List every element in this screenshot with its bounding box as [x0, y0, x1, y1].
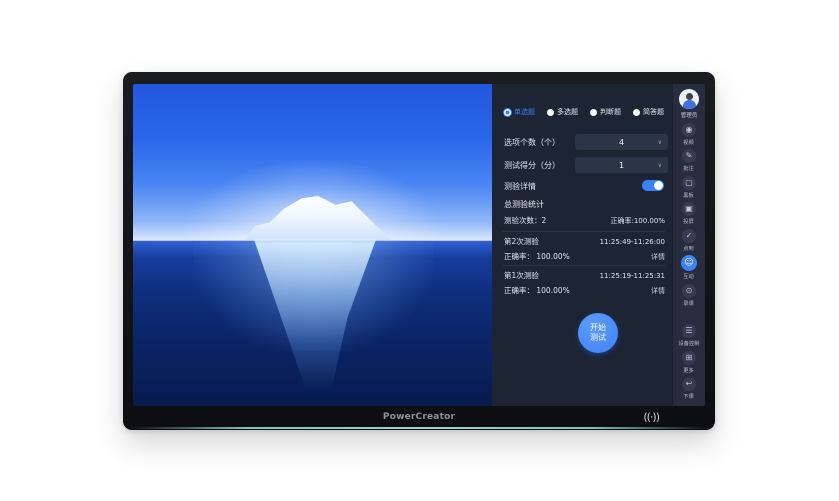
sidebar-item-screencast[interactable]: ▣ 投屏 — [682, 202, 696, 225]
record-name: 第2次测验 — [504, 236, 539, 247]
sidebar-item-label: 录课 — [684, 299, 694, 307]
radio-true-false[interactable]: 判断题 — [590, 107, 621, 117]
score-label: 测试得分（分） — [504, 160, 560, 171]
divider — [502, 265, 665, 266]
start-test-button[interactable]: 开始 测试 — [578, 313, 618, 353]
start-test-line1: 开始 — [590, 323, 606, 333]
question-type-radio-group: 单选题 多选题 判断题 简答题 — [504, 107, 670, 117]
nfc-icon: ((·)) — [643, 411, 659, 424]
chevron-down-icon: ∨ — [658, 162, 662, 169]
radio-dot-icon — [633, 109, 640, 116]
iceberg-image — [133, 84, 492, 406]
sidebar-item-label: 黑板 — [684, 191, 694, 199]
sidebar-item-interaction[interactable]: ☺ 互动 — [681, 255, 697, 280]
record-name: 第1次测验 — [504, 270, 539, 281]
radio-dot-icon — [547, 109, 554, 116]
screen: 单选题 多选题 判断题 简答题 选项个数（个） — [133, 84, 705, 406]
divider — [502, 231, 665, 232]
chevron-down-icon: ∨ — [658, 139, 662, 146]
quiz-panel: 单选题 多选题 判断题 简答题 选项个数（个） — [492, 84, 672, 406]
sidebar-item-label: 下课 — [684, 392, 694, 400]
sidebar-item-end-class[interactable]: ↩ 下课 — [682, 377, 696, 400]
pen-icon: ✎ — [682, 149, 696, 163]
camera-icon: ◉ — [682, 123, 696, 137]
record-time: 11:25:19-11:25:31 — [600, 272, 665, 280]
sea — [133, 240, 492, 406]
sidebar-item-label: 批注 — [684, 164, 694, 172]
record-row: 第1次测验 11:25:19-11:25:31 — [504, 270, 665, 281]
option-count-select[interactable]: 4 ∨ — [575, 134, 668, 150]
stats-summary-row: 测验次数：2 正确率:100.00% — [504, 215, 665, 226]
radio-dot-icon — [590, 109, 597, 116]
record-accuracy: 正确率： 100.00% — [504, 285, 570, 296]
record-row: 正确率： 100.00% 详情 — [504, 251, 665, 262]
screencast-icon: ▣ — [682, 202, 696, 216]
blackboard-icon: ▢ — [682, 176, 696, 190]
radio-multi-choice[interactable]: 多选题 — [547, 107, 578, 117]
sidebar-item-label: 更多 — [684, 366, 694, 374]
sidebar-item-more[interactable]: ⊞ 更多 — [682, 351, 696, 374]
sidebar-item-record[interactable]: ⊙ 录课 — [682, 284, 696, 307]
sidebar-item-label: 点到 — [684, 244, 694, 252]
radio-label: 单选题 — [514, 107, 535, 117]
rollcall-icon: ✓ — [682, 229, 696, 243]
option-count-value: 4 — [619, 138, 624, 147]
overall-accuracy: 正确率:100.00% — [610, 216, 665, 226]
sidebar-item-video[interactable]: ◉ 视频 — [682, 123, 696, 146]
more-icon: ⊞ — [682, 351, 696, 365]
end-class-icon: ↩ — [682, 377, 696, 391]
brand-logo: PowerCreator — [383, 412, 455, 422]
radio-label: 判断题 — [600, 107, 621, 117]
detail-toggle-label: 测验详情 — [504, 181, 536, 192]
stats-title: 总测验统计 — [504, 199, 544, 210]
radio-single-choice[interactable]: 单选题 — [504, 107, 535, 117]
start-test-line2: 测试 — [590, 333, 606, 343]
radio-label: 简答题 — [643, 107, 664, 117]
sidebar-item-label: 互动 — [684, 272, 694, 280]
radio-dot-icon — [504, 109, 511, 116]
record-row: 正确率： 100.00% 详情 — [504, 285, 665, 296]
radio-label: 多选题 — [557, 107, 578, 117]
powercreator-monitor: 单选题 多选题 判断题 简答题 选项个数（个） — [123, 72, 715, 430]
record-detail-link[interactable]: 详情 — [651, 286, 665, 296]
interaction-icon: ☺ — [681, 255, 697, 271]
record-detail-link[interactable]: 详情 — [651, 252, 665, 262]
detail-toggle-switch[interactable] — [642, 180, 664, 191]
avatar[interactable] — [679, 89, 699, 109]
score-select[interactable]: 1 ∨ — [575, 157, 668, 173]
sidebar-item-label: 设备控制 — [679, 339, 700, 347]
sidebar-item-label: 视频 — [684, 138, 694, 146]
option-count-label: 选项个数（个） — [504, 137, 560, 148]
bottom-bezel: PowerCreator ((·)) — [123, 406, 715, 428]
test-count: 测验次数：2 — [504, 215, 546, 226]
record-time: 11:25:49-11:26:00 — [600, 238, 665, 246]
user-label: 管理员 — [681, 111, 698, 119]
sidebar-item-annotate[interactable]: ✎ 批注 — [682, 149, 696, 172]
sidebar-item-rollcall[interactable]: ✓ 点到 — [682, 229, 696, 252]
device-control-icon: ☰ — [682, 324, 696, 338]
record-icon: ⊙ — [682, 284, 696, 298]
sidebar-item-device-control[interactable]: ☰ 设备控制 — [678, 324, 700, 347]
record-row: 第2次测验 11:25:49-11:26:00 — [504, 236, 665, 247]
sidebar-item-blackboard[interactable]: ▢ 黑板 — [682, 176, 696, 199]
toolbar-sidebar: 管理员 ◉ 视频 ✎ 批注 ▢ 黑板 ▣ 投屏 ✓ — [672, 84, 705, 406]
sidebar-item-label: 投屏 — [684, 217, 694, 225]
page-background: 单选题 多选题 判断题 简答题 选项个数（个） — [0, 0, 839, 501]
score-value: 1 — [619, 161, 624, 170]
radio-short-answer[interactable]: 简答题 — [633, 107, 664, 117]
record-accuracy: 正确率： 100.00% — [504, 251, 570, 262]
